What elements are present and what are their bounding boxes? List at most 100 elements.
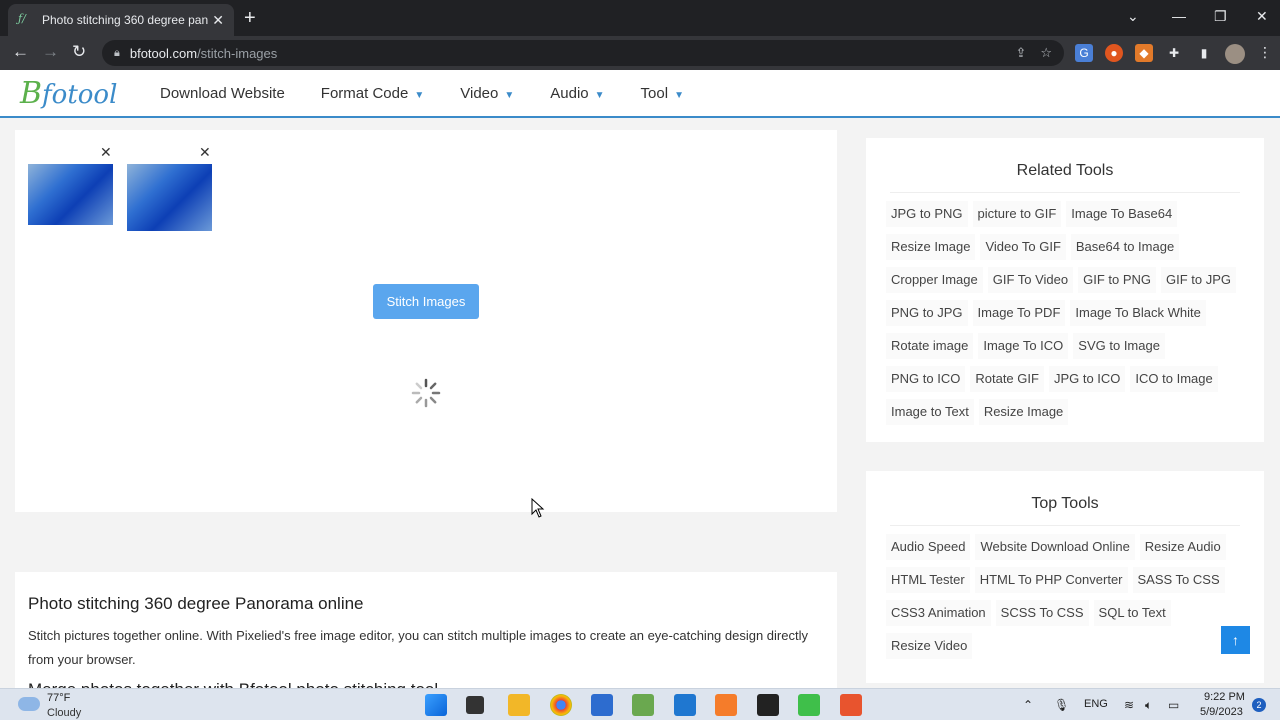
top-tool-link[interactable]: CSS3 Animation [886,600,991,626]
xampp-icon[interactable] [715,694,737,716]
address-bar[interactable]: 🔒︎ bfotool.com /stitch-images ⇪ ☆ [102,40,1064,66]
nav-video[interactable]: Video ▼ [460,85,514,102]
top-tool-link[interactable]: Resize Video [886,633,973,659]
nav-tool[interactable]: Tool ▼ [641,85,684,102]
tab-title: Photo stitching 360 degree panorama onli… [42,13,208,27]
close-window-icon[interactable]: ✕ [1256,8,1268,25]
nav-audio[interactable]: Audio ▼ [550,85,604,102]
description-text: Stitch pictures together online. With Pi… [28,628,808,667]
related-tool-link[interactable]: Image To Black White [1070,300,1206,326]
tab-close-icon[interactable]: ✕ [212,12,224,29]
top-tools-title: Top Tools [890,471,1240,526]
related-tool-link[interactable]: Resize Image [886,234,976,260]
new-tab-button[interactable]: + [244,7,256,30]
maximize-icon[interactable]: ❐ [1214,8,1227,25]
image-thumbnail-1[interactable] [28,164,113,225]
translate-extension-icon[interactable]: G [1075,44,1093,62]
top-tool-link[interactable]: HTML Tester [886,567,970,593]
bookmark-star-icon[interactable]: ☆ [1040,45,1052,61]
url-host: bfotool.com [129,45,198,61]
weather-description: Cloudy [47,707,82,719]
lock-icon: 🔒︎ [114,46,120,59]
top-tool-link[interactable]: Website Download Online [975,534,1135,560]
extension-icon[interactable]: ● [1105,44,1123,62]
clock-time[interactable]: 9:22 PM [1204,691,1245,703]
site-favicon-icon: ƒ/ [18,12,26,25]
tray-overflow-icon[interactable]: ⌃ [1023,698,1033,712]
top-tool-link[interactable]: SASS To CSS [1132,567,1225,593]
browser-tab[interactable]: ƒ/ Photo stitching 360 degree panorama o… [8,4,234,36]
related-tool-link[interactable]: Base64 to Image [1070,234,1180,260]
related-tool-link[interactable]: SVG to Image [1073,333,1165,359]
top-tools-panel: Top Tools Audio Speed Website Download On… [866,471,1264,683]
related-tool-link[interactable]: Cropper Image [886,267,983,293]
related-tool-link[interactable]: PNG to JPG [886,300,968,326]
vscode-icon[interactable] [674,694,696,716]
recorder-app-icon[interactable] [840,694,862,716]
related-tool-link[interactable]: GIF To Video [987,267,1074,293]
extensions-puzzle-icon[interactable]: ✚ [1165,44,1183,62]
mouse-cursor-icon [531,498,545,518]
nav-format-code[interactable]: Format Code ▼ [321,85,424,102]
battery-icon[interactable]: ▭ [1168,698,1179,712]
microphone-icon[interactable]: 🎙︎ [1054,698,1069,712]
tab-search-icon[interactable]: ⌄ [1127,8,1139,25]
related-tool-link[interactable]: Image to Text [886,399,974,425]
language-indicator[interactable]: ENG [1084,698,1108,710]
share-icon[interactable]: ⇪ [1015,45,1026,61]
reload-icon[interactable]: ↻ [72,42,86,62]
notification-badge[interactable]: 2 [1252,698,1266,712]
terminal-icon[interactable] [757,694,779,716]
camtasia-icon[interactable] [798,694,820,716]
url-path: /stitch-images [197,45,278,61]
wifi-icon[interactable]: ≋ [1124,698,1134,712]
related-tool-link[interactable]: GIF to PNG [1078,267,1157,293]
related-tool-link[interactable]: Rotate image [886,333,974,359]
related-tool-link[interactable]: Rotate GIF [970,366,1044,392]
remove-image-1-icon[interactable]: ✕ [100,144,112,161]
start-menu-icon[interactable] [425,694,447,716]
related-tool-link[interactable]: Image To ICO [978,333,1069,359]
profile-avatar[interactable] [1225,44,1245,64]
related-tool-link[interactable]: PNG to ICO [886,366,966,392]
clock-date[interactable]: 5/9/2023 [1200,706,1243,718]
back-icon[interactable]: ← [12,42,29,62]
site-header: Bfotool Download Website Format Code ▼ Vi… [0,70,1280,118]
top-tool-link[interactable]: Resize Audio [1139,534,1226,560]
related-tool-link[interactable]: JPG to ICO [1048,366,1126,392]
top-tool-link[interactable]: SQL to Text [1093,600,1171,626]
image-thumbnail-2[interactable] [127,164,212,231]
related-tool-link[interactable]: ICO to Image [1130,366,1218,392]
caret-down-icon: ▼ [674,90,684,101]
related-tools-panel: Related Tools JPG to PNG picture to GIF Im… [866,138,1264,442]
nav-download-website[interactable]: Download Website [160,85,285,102]
related-tool-link[interactable]: Image To Base64 [1066,201,1178,227]
top-tool-link[interactable]: HTML To PHP Converter [974,567,1128,593]
related-tool-link[interactable]: JPG to PNG [886,201,968,227]
stitch-images-button[interactable]: Stitch Images [373,284,479,319]
description-panel: Photo stitching 360 degree Panorama onli… [15,572,837,699]
task-view-icon[interactable] [466,696,484,714]
browser-menu-icon[interactable]: ⋮ [1258,44,1272,61]
top-tool-link[interactable]: SCSS To CSS [995,600,1089,626]
minimize-icon[interactable]: — [1172,8,1186,24]
back-to-top-button[interactable]: ↑ [1221,626,1250,654]
related-tool-link[interactable]: picture to GIF [972,201,1062,227]
weather-cloud-icon[interactable] [18,697,40,711]
forward-icon[interactable]: → [42,42,59,62]
remove-image-2-icon[interactable]: ✕ [199,144,211,161]
related-tool-link[interactable]: Video To GIF [980,234,1066,260]
related-tool-link[interactable]: GIF to JPG [1161,267,1237,293]
description-title: Photo stitching 360 degree Panorama onli… [28,594,364,613]
volume-icon[interactable]: 🔈︎ [1145,698,1152,713]
top-tool-link[interactable]: Audio Speed [886,534,971,560]
notepad-app-icon[interactable] [632,694,654,716]
side-panel-icon[interactable]: ▮ [1195,44,1213,62]
site-logo[interactable]: Bfotool [20,76,117,111]
metamask-extension-icon[interactable]: ◆ [1135,44,1153,62]
related-tool-link[interactable]: Image To PDF [972,300,1066,326]
microsoft-store-icon[interactable] [591,694,613,716]
related-tool-link[interactable]: Resize Image [978,399,1069,425]
file-explorer-icon[interactable] [508,694,530,716]
chrome-icon[interactable] [550,694,572,716]
